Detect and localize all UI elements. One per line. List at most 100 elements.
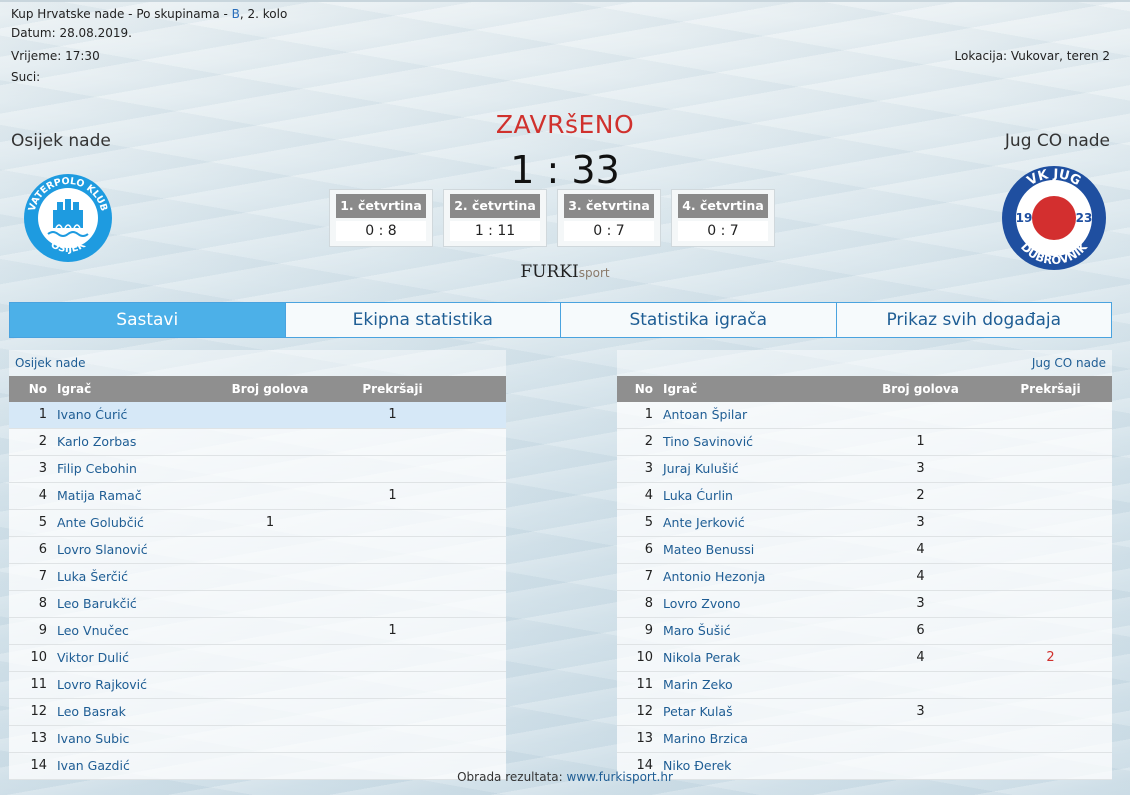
- player-name-link[interactable]: Luka Šerčić: [57, 564, 215, 590]
- col-goals: Broj golova: [882, 382, 959, 396]
- player-name-link[interactable]: Nikola Perak: [663, 645, 823, 671]
- player-goals: 6: [916, 623, 925, 638]
- player-goals: [215, 483, 325, 509]
- player-fouls: [325, 564, 460, 590]
- player-number: 12: [30, 704, 47, 719]
- table-row: 13 Ivano Subic: [9, 726, 506, 753]
- player-goals: 4: [916, 650, 925, 665]
- player-number: 3: [38, 461, 47, 476]
- player-number: 5: [644, 515, 653, 530]
- tab-player-stats[interactable]: Statistika igrača: [561, 303, 837, 337]
- table-row: 2 Tino Savinović 1: [617, 429, 1112, 456]
- player-number: 10: [30, 650, 47, 665]
- player-number: 4: [644, 488, 653, 503]
- player-name-link[interactable]: Tino Savinović: [663, 429, 823, 455]
- player-name-link[interactable]: Leo Vnučec: [57, 618, 215, 644]
- tab-bar: Sastavi Ekipna statistika Statistika igr…: [9, 302, 1112, 338]
- player-goals: [215, 699, 325, 725]
- player-number: 12: [636, 704, 653, 719]
- player-name-link[interactable]: Ivano Ćurić: [57, 402, 215, 428]
- player-name-link[interactable]: Leo Basrak: [57, 699, 215, 725]
- player-fouls: [1018, 402, 1083, 428]
- player-goals: [215, 537, 325, 563]
- table-row: 1 Ivano Ćurić 1: [9, 402, 506, 429]
- table-row: 7 Luka Šerčić: [9, 564, 506, 591]
- table-row: 9 Leo Vnučec 1: [9, 618, 506, 645]
- tab-all-events[interactable]: Prikaz svih događaja: [837, 303, 1112, 337]
- quarter-4: 4. četvrtina 0 : 7: [671, 189, 775, 247]
- player-fouls: 1: [388, 407, 397, 422]
- quarter-scores: 1. četvrtina 0 : 8 2. četvrtina 1 : 11 3. …: [329, 189, 775, 247]
- player-name-link[interactable]: Juraj Kulušić: [663, 456, 823, 482]
- final-score: 1 : 33: [510, 148, 620, 192]
- tab-team-stats[interactable]: Ekipna statistika: [286, 303, 561, 337]
- home-table-title: Osijek nade: [15, 356, 86, 370]
- player-name-link[interactable]: Viktor Dulić: [57, 645, 215, 671]
- table-row: 11 Lovro Rajković: [9, 672, 506, 699]
- player-number: 3: [644, 461, 653, 476]
- match-status: ZAVRšENO: [495, 110, 635, 139]
- player-goals: 4: [916, 569, 925, 584]
- table-row: 12 Petar Kulaš 3: [617, 699, 1112, 726]
- player-name-link[interactable]: Leo Barukčić: [57, 591, 215, 617]
- player-number: 7: [644, 569, 653, 584]
- player-fouls: [1018, 456, 1083, 482]
- player-number: 13: [30, 731, 47, 746]
- player-fouls: [325, 591, 460, 617]
- player-name-link[interactable]: Ante Golubčić: [57, 510, 215, 536]
- quarter-score: 0 : 7: [678, 221, 768, 241]
- away-table-title: Jug CO nade: [1031, 356, 1106, 370]
- player-name-link[interactable]: Antonio Hezonja: [663, 564, 823, 590]
- player-name-link[interactable]: Luka Ćurlin: [663, 483, 823, 509]
- player-name-link[interactable]: Antoan Špilar: [663, 402, 823, 428]
- away-logo-year-right: 23: [1076, 211, 1093, 225]
- player-name-link[interactable]: Mateo Benussi: [663, 537, 823, 563]
- player-name-link[interactable]: Lovro Zvono: [663, 591, 823, 617]
- group-link[interactable]: B: [232, 7, 240, 21]
- player-number: 11: [636, 677, 653, 692]
- player-goals: 1: [265, 515, 275, 530]
- home-team-logo: VATERPOLO KLUB OSIJEK: [24, 174, 112, 262]
- player-number: 13: [636, 731, 653, 746]
- table-row: 4 Matija Ramač 1: [9, 483, 506, 510]
- quarter-score: 0 : 7: [564, 221, 654, 241]
- player-name-link[interactable]: Lovro Rajković: [57, 672, 215, 698]
- table-row: 3 Filip Cebohin: [9, 456, 506, 483]
- tab-lineups[interactable]: Sastavi: [10, 303, 286, 337]
- player-goals: [215, 564, 325, 590]
- player-name-link[interactable]: Matija Ramač: [57, 483, 215, 509]
- table-row: 10 Viktor Dulić: [9, 645, 506, 672]
- player-number: 5: [38, 515, 47, 530]
- player-name-link[interactable]: Ante Jerković: [663, 510, 823, 536]
- table-row: 10 Nikola Perak 4 2: [617, 645, 1112, 672]
- player-name-link[interactable]: Marino Brzica: [663, 726, 823, 752]
- col-player: Igrač: [57, 382, 92, 396]
- player-name-link[interactable]: Karlo Zorbas: [57, 429, 215, 455]
- player-goals: [215, 645, 325, 671]
- player-name-link[interactable]: Ivano Subic: [57, 726, 215, 752]
- player-goals: 3: [916, 704, 925, 719]
- table-row: 5 Ante Golubčić 1: [9, 510, 506, 537]
- furkisport-link[interactable]: www.furkisport.hr: [567, 770, 673, 784]
- col-number: No: [28, 382, 47, 396]
- quarter-3: 3. četvrtina 0 : 7: [557, 189, 661, 247]
- player-number: 10: [636, 650, 653, 665]
- match-time: Vrijeme: 17:30: [11, 49, 100, 63]
- player-number: 9: [644, 623, 653, 638]
- away-team-logo: VK JUG DUBROVNIK 19 23: [1002, 166, 1106, 270]
- player-name-link[interactable]: Petar Kulaš: [663, 699, 823, 725]
- competition-text: Kup Hrvatske nade - Po skupinama -: [11, 7, 232, 21]
- player-number: 2: [38, 434, 47, 449]
- player-name-link[interactable]: Marin Zeko: [663, 672, 823, 698]
- player-name-link[interactable]: Lovro Slanović: [57, 537, 215, 563]
- player-fouls: [1018, 483, 1083, 509]
- player-name-link[interactable]: Maro Šušić: [663, 618, 823, 644]
- col-goals: Broj golova: [231, 382, 309, 396]
- table-row: 4 Luka Ćurlin 2: [617, 483, 1112, 510]
- player-name-link[interactable]: Filip Cebohin: [57, 456, 215, 482]
- player-goals: 3: [916, 461, 925, 476]
- quarter-1: 1. četvrtina 0 : 8: [329, 189, 433, 247]
- furki-suffix: sport: [578, 266, 610, 280]
- player-number: 6: [38, 542, 47, 557]
- table-row: 7 Antonio Hezonja 4: [617, 564, 1112, 591]
